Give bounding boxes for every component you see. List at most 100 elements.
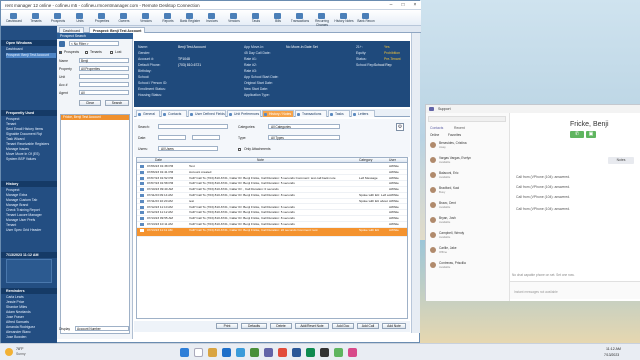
maximize-icon[interactable]: □ [397,1,409,10]
col-user[interactable]: User [389,158,396,163]
defaults-button[interactable]: Defaults [241,323,267,329]
app-icon[interactable] [278,348,287,357]
tab-favorites[interactable]: Favorites [448,133,461,137]
add-doc-button[interactable]: Add Doc [332,323,354,329]
tenants-checkbox[interactable] [85,51,88,54]
display-select[interactable]: Account Number [75,326,129,331]
menu-prospects[interactable]: Prospects [47,12,69,24]
tab-contacts[interactable]: Contacts [430,126,443,130]
search-button[interactable]: Search [105,100,129,106]
add-call-button[interactable]: Add Call [357,323,379,329]
menu-tasks[interactable]: Tasks [245,12,267,24]
weather-icon[interactable] [5,348,13,356]
menu-recurring-charges[interactable]: Recurring Charges [311,12,333,27]
app-icon[interactable] [348,348,357,357]
search-result-row[interactable]: Fricke, Benji Test Account [61,115,129,120]
tab-general[interactable]: General [136,110,160,117]
date-to-input[interactable] [192,135,220,140]
open-window-prospect[interactable]: Prospect: Benji Test Account [6,53,56,58]
freq-item[interactable]: System BSP Values [6,157,56,162]
table-row[interactable]: 07/07/23 01:52 PM VoIP Call To (703) 810-… [137,176,407,182]
app-icon[interactable] [306,348,315,357]
open-windows-heading[interactable]: Open Windows [1,40,57,46]
contact-item[interactable]: Contreras, Priscilla Available [428,261,508,270]
reminder-item[interactable]: Jose Bowden [6,335,56,340]
notes-tab[interactable]: Notes [608,157,634,164]
table-row[interactable]: 07/06/23 01:41 PM Account created AWhite [137,170,407,176]
tab-letters[interactable]: Letters [351,110,375,117]
col-note[interactable]: Note [257,158,264,163]
unit-field[interactable] [79,74,129,79]
menu-properties[interactable]: Properties [91,12,113,24]
menu-owners[interactable]: Owners [113,12,135,24]
minimize-icon[interactable]: – [385,1,397,10]
clock-date[interactable]: 7/13/2023 [604,353,619,357]
clock-time[interactable]: 11:12 AM [606,347,621,351]
filter-icon[interactable] [59,41,65,47]
teams-icon[interactable] [264,348,273,357]
open-window-dashboard[interactable]: Dashboard [6,47,56,52]
table-row[interactable]: 07/13/23 09:55 AM VoIP Call To (703) 810-… [137,216,407,222]
tab-recent[interactable]: Recent [454,126,465,130]
contact-item[interactable]: Benavides, Cristina Away [428,141,508,150]
remote-desktop-icon[interactable] [292,348,301,357]
file-explorer-icon[interactable] [208,348,217,357]
menu-vendors[interactable]: Vendors [135,12,157,24]
contact-item[interactable]: Bryan, Josh Available [428,216,508,225]
app-icon[interactable] [250,348,259,357]
calendar-heading[interactable]: 7/13/2023 11:12 AM [1,252,57,258]
tab-transactions[interactable]: Transactions [295,110,327,117]
add-reset-note-button[interactable]: Add/Reset Note [295,323,329,329]
clear-button[interactable]: Clear [79,100,101,106]
name-field[interactable]: Benji [79,58,129,63]
table-row[interactable]: 07/12/23 11:10 AM VoIP Call To (703) 810-… [137,205,407,211]
frequently-used-heading[interactable]: Frequently Used [1,110,57,116]
menu-transactions[interactable]: Transactions [289,12,311,24]
col-date[interactable]: Date [155,158,162,163]
users-select[interactable]: All Users [158,146,218,151]
history-item[interactable]: User Spec Grid Header [6,228,56,233]
col-category[interactable]: Category [359,158,372,163]
agent-select[interactable]: All [79,90,129,95]
contact-item[interactable]: Balaconi, Eric Available [428,171,508,180]
contact-item[interactable]: Vargas Vargas, Evelyn Available [428,156,508,165]
table-row[interactable]: 07/11/23 09:14 AM VoIP Call To (703) 810-… [137,193,407,199]
tab-online[interactable]: Online [430,133,439,137]
menu-tenants[interactable]: Tenants [25,12,47,24]
history-heading[interactable]: History [1,181,57,187]
store-icon[interactable] [236,348,245,357]
filter-select[interactable]: < No Filter > [69,41,119,46]
tab-user-defined-fields[interactable]: User Defined Fields [188,110,226,117]
menu-invoices[interactable]: Invoices [201,12,223,24]
table-row[interactable]: 07/13/23 10:11 AM VoIP Call To (703) 810-… [137,222,407,228]
contact-item[interactable]: Bravo, Dent Available [428,201,508,210]
tab-history-notes[interactable]: History / Notes [262,110,294,117]
acc-field[interactable] [79,82,129,87]
app-icon[interactable] [320,348,329,357]
lost-checkbox[interactable] [110,51,113,54]
edge-icon[interactable] [222,348,231,357]
video-icon[interactable]: ▣ [586,131,596,138]
menu-bank-register[interactable]: Bank Register [179,12,201,24]
date-from-input[interactable] [158,135,186,140]
vertical-scrollbar[interactable] [411,33,420,333]
prospects-checkbox[interactable] [59,51,62,54]
only-attachments-checkbox[interactable] [238,148,241,151]
table-row[interactable]: 07/10/23 09:40 AM VoIP Call To (703) 810-… [137,187,407,193]
table-row[interactable]: 07/13/23 11:11 AM VoIP Call To (703) 810-… [137,227,407,237]
contact-item[interactable]: Bradford, Kaci Busy [428,186,508,195]
print-button[interactable]: Print [216,323,238,329]
search-icon[interactable] [194,348,203,357]
add-note-button[interactable]: Add Note [382,323,406,329]
delete-button[interactable]: Delete [270,323,292,329]
mini-calendar[interactable] [6,259,52,283]
type-select[interactable]: All Types [268,135,340,140]
settings-gear-icon[interactable]: ⚙ [396,123,404,131]
menu-history-notes[interactable]: History Notes [333,12,355,24]
menu-units[interactable]: Units [69,12,91,24]
menu-dashboard[interactable]: Dashboard [3,12,25,24]
close-icon[interactable]: × [409,1,421,10]
menu-vendors-2[interactable]: Vendors [223,12,245,24]
table-row[interactable]: 07/12/23 11:12 AM VoIP Call To (703) 810-… [137,210,407,216]
menu-bills[interactable]: Bills [267,12,289,24]
